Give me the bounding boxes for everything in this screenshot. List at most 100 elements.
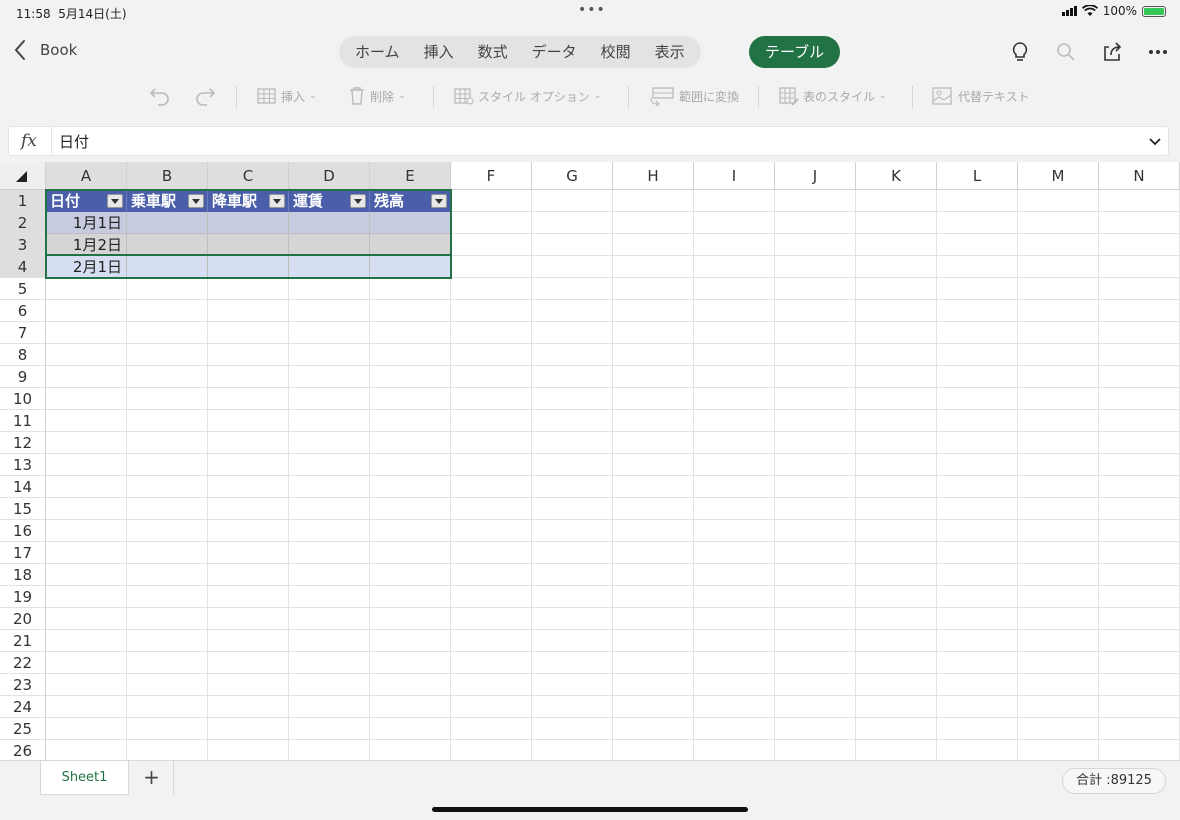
alt-text-button[interactable]: 代替テキスト (932, 84, 1030, 108)
filter-dropdown-icon[interactable] (188, 194, 204, 208)
table-cell[interactable] (208, 212, 289, 234)
column-header-f[interactable]: F (451, 162, 532, 190)
table-cell[interactable]: 2月1日 (46, 256, 127, 278)
table-header-cell[interactable]: 日付 (46, 190, 127, 212)
multitasking-dots-icon[interactable]: ••• (578, 2, 606, 18)
select-all-corner[interactable] (0, 162, 46, 190)
table-cell[interactable]: 1月1日 (46, 212, 127, 234)
formula-bar[interactable]: fx 日付 (8, 126, 1169, 156)
row-header-22[interactable]: 22 (0, 652, 46, 674)
row-header-23[interactable]: 23 (0, 674, 46, 696)
column-header-g[interactable]: G (532, 162, 613, 190)
table-cell[interactable] (370, 234, 451, 256)
table-styles-button[interactable]: 表のスタイル ⌄ (779, 84, 887, 108)
delete-button[interactable]: 削除 ⌄ (348, 84, 406, 108)
back-button[interactable]: Book (14, 39, 77, 61)
table-cell[interactable] (370, 212, 451, 234)
table-cell[interactable] (127, 212, 208, 234)
status-bar: 11:58 5月14日(土) ••• 100% (0, 0, 1180, 24)
row-header-12[interactable]: 12 (0, 432, 46, 454)
insert-table-button[interactable]: 挿入 ⌄ (257, 84, 317, 108)
add-sheet-button[interactable]: + (130, 761, 174, 795)
column-header-b[interactable]: B (127, 162, 208, 190)
table-cell[interactable] (127, 234, 208, 256)
undo-button[interactable] (149, 84, 171, 108)
tab-formulas[interactable]: 数式 (466, 36, 520, 68)
row-header-10[interactable]: 10 (0, 388, 46, 410)
table-header-cell[interactable]: 乗車駅 (127, 190, 208, 212)
chevron-down-icon: ⌄ (398, 91, 406, 101)
row-header-3[interactable]: 3 (0, 234, 46, 256)
tab-table[interactable]: テーブル (749, 36, 841, 68)
table-cell[interactable] (289, 256, 370, 278)
home-indicator[interactable] (432, 807, 748, 812)
formula-input[interactable]: 日付 (59, 131, 89, 152)
column-header-m[interactable]: M (1018, 162, 1099, 190)
column-header-j[interactable]: J (775, 162, 856, 190)
tab-review[interactable]: 校閲 (589, 36, 643, 68)
spreadsheet-grid[interactable]: A B C D E F G H I J K L M N 1 2 3 4 5 6 7 8 9 10 11 12 13 14 15 16 17 1… (0, 162, 1180, 760)
row-header-13[interactable]: 13 (0, 454, 46, 476)
tab-view[interactable]: 表示 (643, 36, 697, 68)
row-header-26[interactable]: 26 (0, 740, 46, 760)
table-cell[interactable]: 1月2日 (46, 234, 127, 256)
table-cell[interactable] (289, 212, 370, 234)
column-header-k[interactable]: K (856, 162, 937, 190)
filter-dropdown-icon[interactable] (350, 194, 366, 208)
filter-dropdown-icon[interactable] (431, 194, 447, 208)
table-header-cell[interactable]: 運賃 (289, 190, 370, 212)
lightbulb-icon[interactable] (1008, 40, 1032, 64)
column-header-i[interactable]: I (694, 162, 775, 190)
row-header-21[interactable]: 21 (0, 630, 46, 652)
row-header-6[interactable]: 6 (0, 300, 46, 322)
filter-dropdown-icon[interactable] (269, 194, 285, 208)
table-header-cell[interactable]: 降車駅 (208, 190, 289, 212)
column-header-n[interactable]: N (1099, 162, 1180, 190)
row-header-11[interactable]: 11 (0, 410, 46, 432)
filter-dropdown-icon[interactable] (107, 194, 123, 208)
redo-button[interactable] (194, 84, 216, 108)
share-icon[interactable] (1100, 40, 1124, 64)
column-header-c[interactable]: C (208, 162, 289, 190)
column-header-a[interactable]: A (46, 162, 127, 190)
tab-insert[interactable]: 挿入 (412, 36, 466, 68)
row-header-18[interactable]: 18 (0, 564, 46, 586)
style-options-button[interactable]: スタイル オプション ⌄ (454, 84, 601, 108)
table-cell[interactable] (370, 256, 451, 278)
table-cell[interactable] (127, 256, 208, 278)
grid-row-line (46, 431, 1180, 432)
table-cell[interactable] (208, 234, 289, 256)
column-header-h[interactable]: H (613, 162, 694, 190)
row-header-15[interactable]: 15 (0, 498, 46, 520)
row-header-1[interactable]: 1 (0, 190, 46, 212)
row-header-20[interactable]: 20 (0, 608, 46, 630)
column-header-d[interactable]: D (289, 162, 370, 190)
convert-to-range-button[interactable]: 範囲に変換 (649, 84, 739, 108)
row-header-14[interactable]: 14 (0, 476, 46, 498)
tab-data[interactable]: データ (520, 36, 589, 68)
row-header-17[interactable]: 17 (0, 542, 46, 564)
search-icon[interactable] (1054, 40, 1078, 64)
row-header-2[interactable]: 2 (0, 212, 46, 234)
sum-status[interactable]: 合計 :89125 (1062, 768, 1166, 794)
table-header-cell[interactable]: 残高 (370, 190, 451, 212)
more-icon[interactable] (1146, 40, 1170, 64)
tab-home[interactable]: ホーム (343, 36, 412, 68)
row-header-25[interactable]: 25 (0, 718, 46, 740)
expand-formula-icon[interactable] (1148, 133, 1162, 152)
row-header-5[interactable]: 5 (0, 278, 46, 300)
row-header-24[interactable]: 24 (0, 696, 46, 718)
table-cell[interactable] (208, 256, 289, 278)
row-header-19[interactable]: 19 (0, 586, 46, 608)
row-header-7[interactable]: 7 (0, 322, 46, 344)
row-header-4[interactable]: 4 (0, 256, 46, 278)
table-cell[interactable] (289, 234, 370, 256)
column-header-e[interactable]: E (370, 162, 451, 190)
table-header-label: 残高 (374, 192, 405, 210)
row-header-9[interactable]: 9 (0, 366, 46, 388)
row-header-16[interactable]: 16 (0, 520, 46, 542)
insert-label: 挿入 (281, 89, 306, 104)
row-header-8[interactable]: 8 (0, 344, 46, 366)
sheet-tab-sheet1[interactable]: Sheet1 (40, 761, 129, 795)
column-header-l[interactable]: L (937, 162, 1018, 190)
